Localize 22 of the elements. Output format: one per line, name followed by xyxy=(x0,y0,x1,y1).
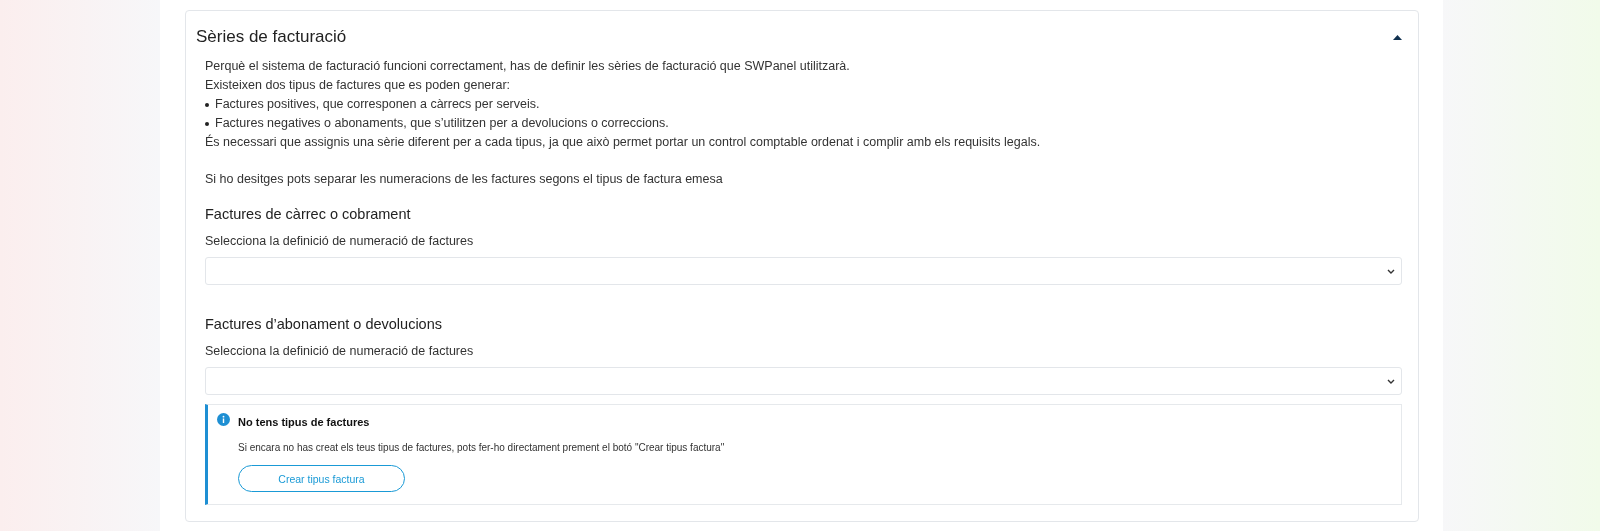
note-text: És necessari que assignis una sèrie diferent per a cada tipus, ja que això permet portar un control comptable ordenat i complir amb els requisits legals. xyxy=(205,133,1042,151)
alert-text: Si encara no has creat els teus tipus de factures, pots fer-ho directament prement el botó "Crear tipus factura" xyxy=(238,441,725,455)
create-button[interactable]: Crear tipus factura xyxy=(238,465,405,492)
bullet-text: Factures positives, que corresponen a càrrecs per serveis. xyxy=(215,96,540,113)
bullet-icon xyxy=(205,121,209,126)
hint-text: Si ho desitges pots separar les numeracions de les factures segons el tipus de factura emesa xyxy=(205,171,724,188)
chevron-down-icon xyxy=(1387,378,1395,384)
select-label: Selecciona la definició de numeració de factures xyxy=(205,233,475,250)
section-title: Sèries de facturació xyxy=(196,27,347,47)
info-icon xyxy=(217,413,230,426)
chevron-down-icon xyxy=(1387,268,1395,274)
select-label: Selecciona la definició de numeració de factures xyxy=(205,343,475,360)
group-heading: Factures d’abonament o devolucions xyxy=(205,315,443,334)
collapse-caret-icon[interactable] xyxy=(1393,34,1402,40)
group-heading: Factures de càrrec o cobrament xyxy=(205,205,412,224)
intro-text: Existeixen dos tipus de factures que es poden generar: xyxy=(205,77,512,94)
intro-text: Perquè el sistema de facturació funcioni correctament, has de definir les sèries de facturació que SWPanel utilitzarà. xyxy=(205,58,851,75)
bullet-icon xyxy=(205,102,209,107)
bullet-text: Factures negatives o abonaments, que s’utilitzen per a devolucions o correccions. xyxy=(215,115,669,132)
select-field[interactable] xyxy=(205,257,1402,285)
select-field[interactable] xyxy=(205,367,1402,395)
alert-title: No tens tipus de factures xyxy=(238,415,371,430)
